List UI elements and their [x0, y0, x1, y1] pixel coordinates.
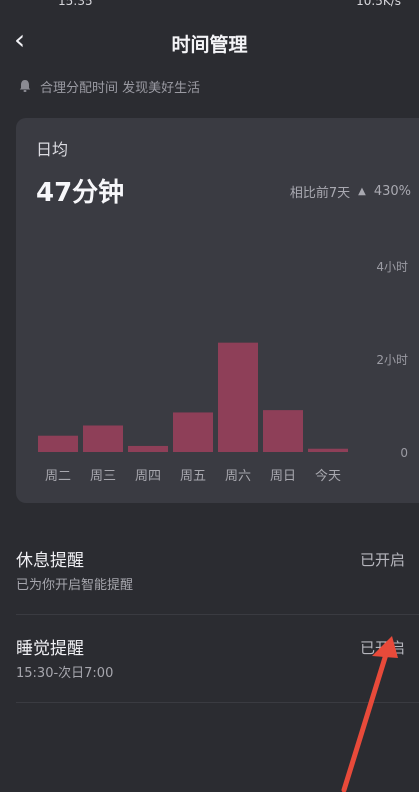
daily-average-value: 47分钟: [36, 178, 125, 208]
rest-reminder-title: 休息提醒: [16, 551, 84, 571]
page-title: 时间管理: [171, 34, 248, 56]
network-speed: 10.5K/s: [356, 0, 401, 8]
x-tick-label: 周六: [225, 469, 251, 484]
x-tick-label: 周四: [135, 469, 161, 484]
bar: [83, 425, 123, 452]
bar: [128, 445, 168, 452]
y-tick-label: 0: [400, 446, 408, 460]
comparison: 相比前7天 ▲ 430%: [290, 182, 411, 201]
status-bar: 15:35 10.5K/s: [0, 0, 419, 12]
comparison-value: 430%: [373, 184, 411, 199]
rest-reminder-state: 已开启: [359, 551, 405, 569]
rest-reminder-row[interactable]: 休息提醒 已为你开启智能提醒 已开启 ›: [0, 546, 419, 634]
tip-banner: 合理分配时间 发现美好生活: [18, 76, 200, 96]
comparison-label: 相比前7天: [289, 186, 351, 201]
top-bar: ‹ 时间管理: [0, 22, 419, 62]
tip-text: 合理分配时间 发现美好生活: [40, 80, 201, 96]
x-tick-label: 周日: [270, 469, 296, 484]
bar: [218, 342, 258, 452]
usage-bar-chart: 4小时 2小时 0 周二 周三 周四 周五 周六 周日 今天: [38, 260, 408, 484]
annotation-arrow: [341, 636, 398, 792]
bar: [308, 448, 348, 452]
divider: [16, 614, 419, 615]
y-tick-label: 4小时: [376, 260, 408, 274]
bar: [263, 410, 303, 452]
daily-average-label: 日均: [36, 140, 69, 159]
x-tick-label: 周三: [90, 469, 116, 484]
sleep-reminder-title: 睡觉提醒: [16, 639, 84, 659]
y-tick-label: 2小时: [376, 353, 408, 367]
bell-icon: [19, 80, 31, 92]
bar: [38, 435, 78, 452]
sleep-reminder-subtitle: 15:30-次日7:00: [16, 666, 114, 681]
x-tick-label: 周二: [45, 469, 71, 484]
x-tick-label: 今天: [315, 468, 341, 484]
bar: [173, 412, 213, 452]
arrow-up-icon: ▲: [358, 186, 366, 197]
x-tick-label: 周五: [180, 469, 206, 484]
rest-reminder-subtitle: 已为你开启智能提醒: [16, 578, 134, 593]
usage-card: 日均 47分钟 相比前7天 ▲ 430% 4小时 2小时 0 周二 周三 周四 周五 周六 周日…: [16, 118, 419, 503]
status-time: 15:35: [58, 0, 93, 8]
